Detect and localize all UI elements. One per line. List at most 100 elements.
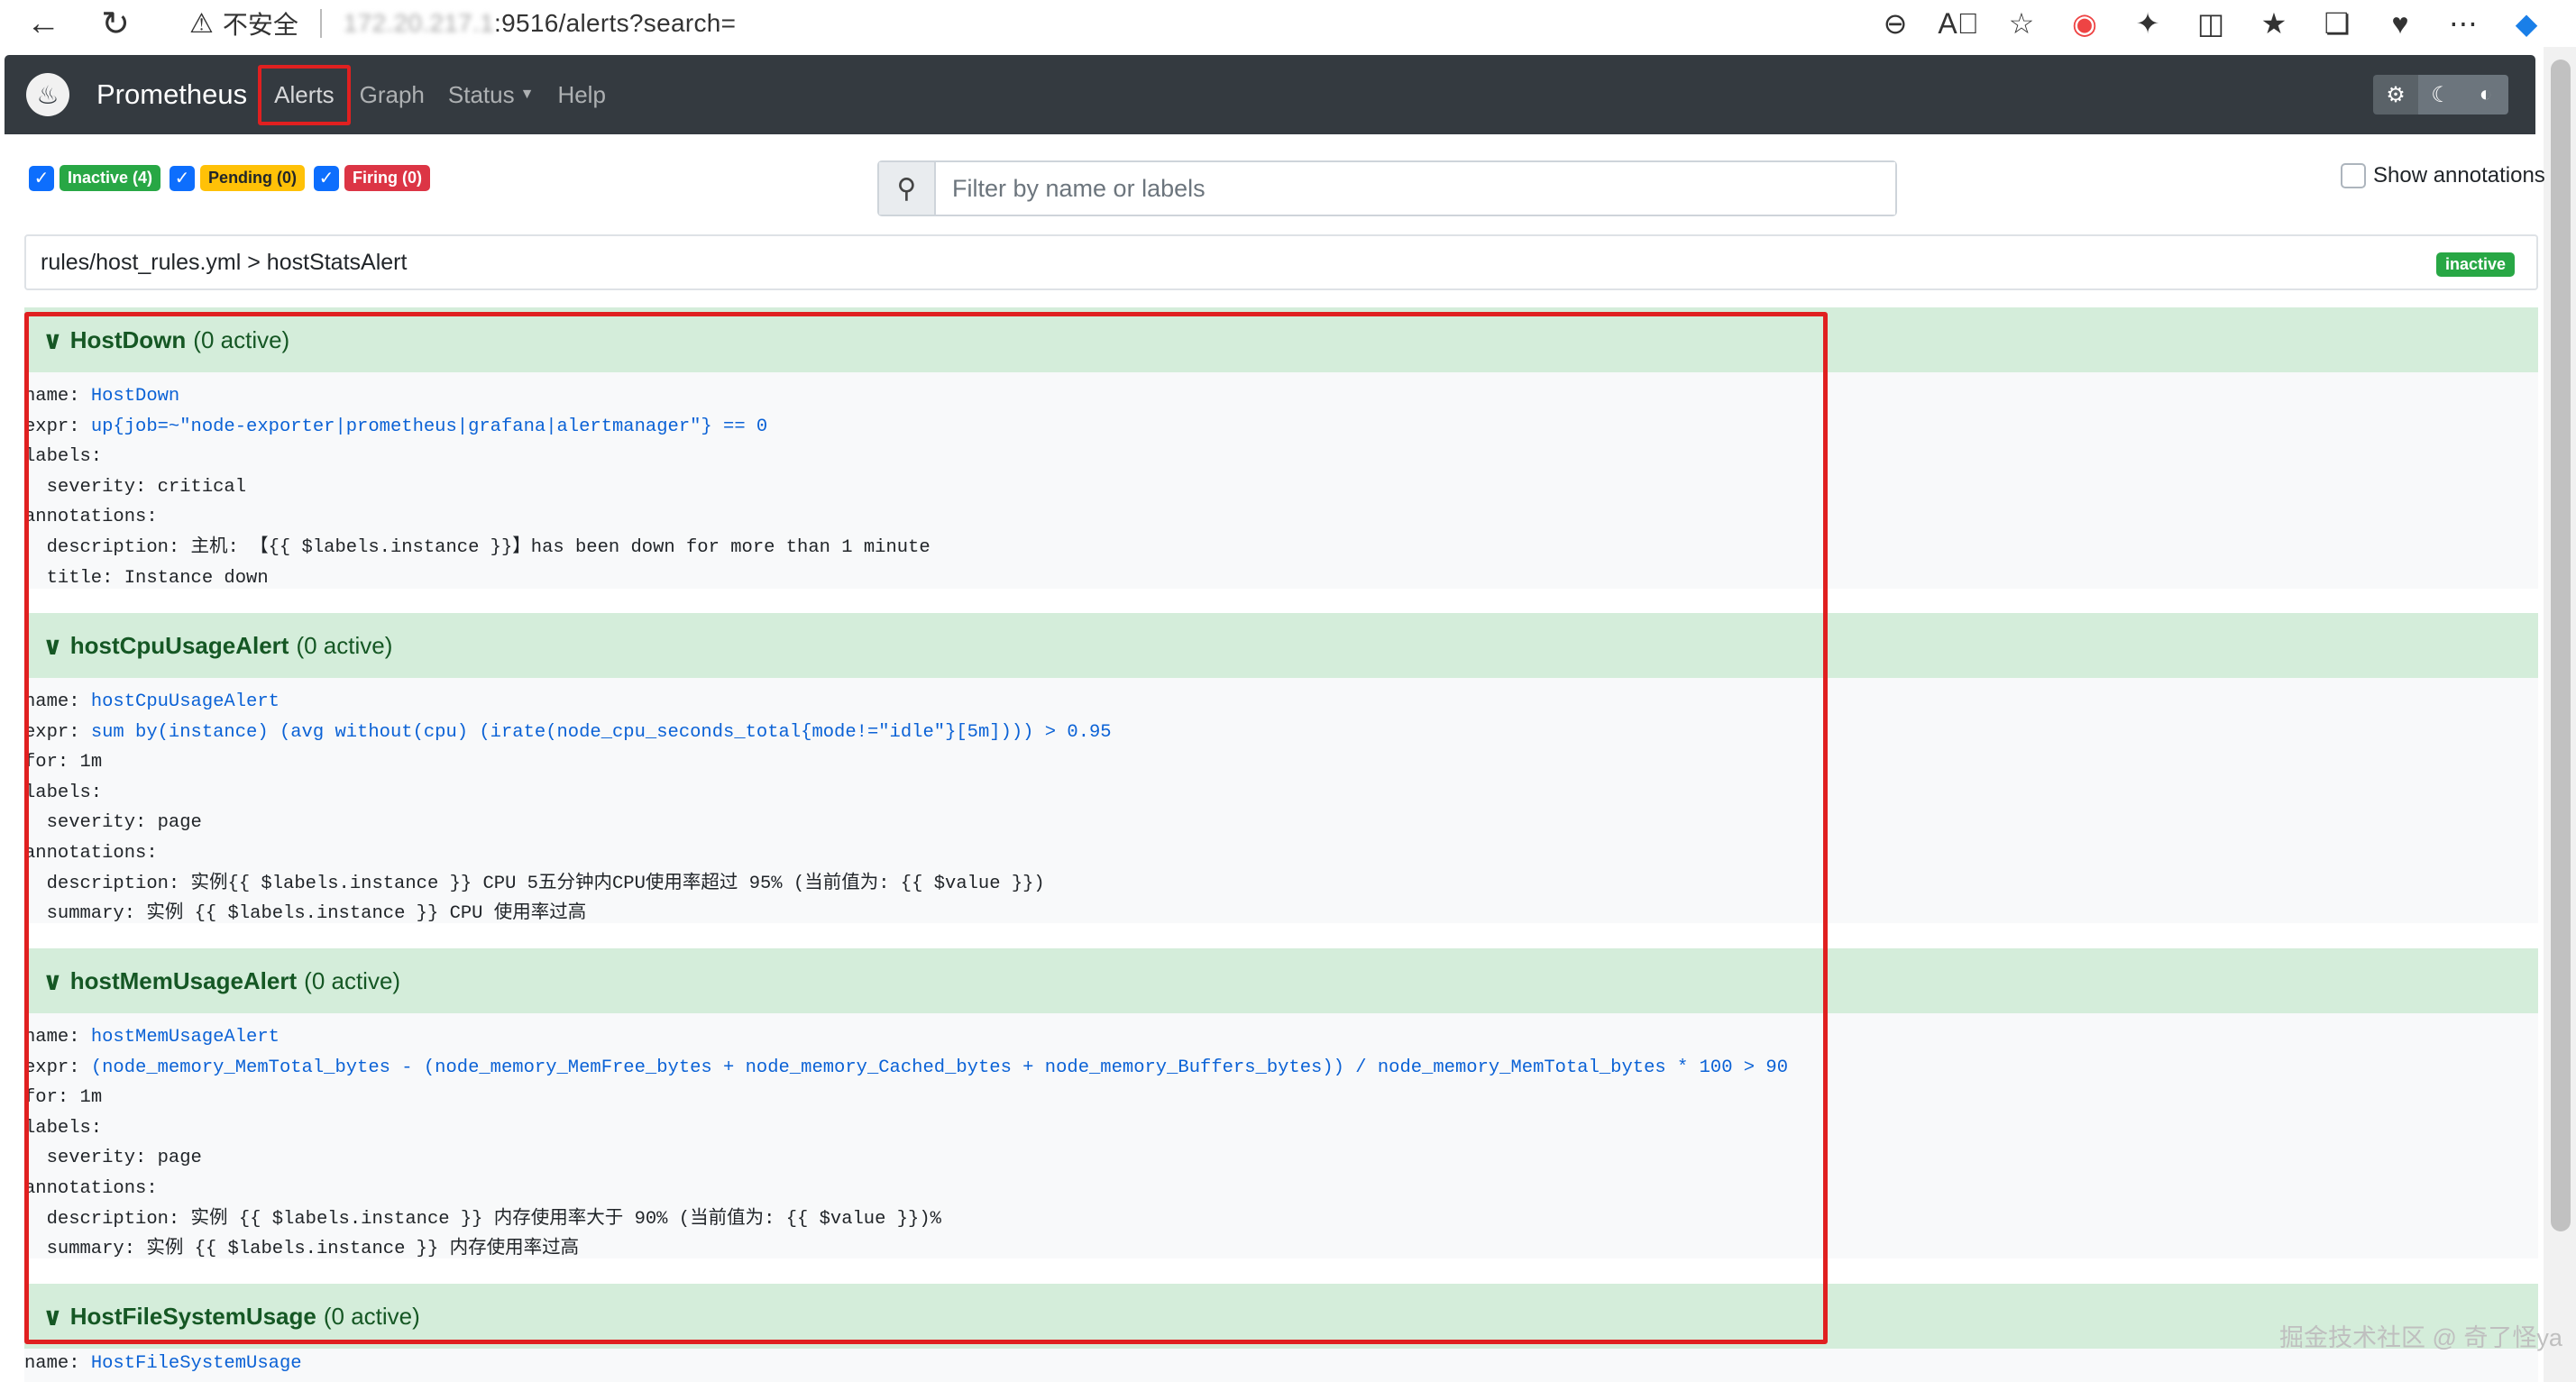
url-path: :9516/alerts?search= xyxy=(494,9,737,37)
brand-title[interactable]: Prometheus xyxy=(96,78,247,111)
search-box: ⚲ xyxy=(877,160,1897,216)
rule-value: page xyxy=(157,1148,202,1169)
rule-header-hostfilesystemusage[interactable]: ∨ HostFileSystemUsage (0 active) xyxy=(24,1284,2538,1349)
prometheus-logo-icon[interactable]: ♨ xyxy=(26,73,69,116)
rule-key: annotations: xyxy=(24,507,158,528)
rule-name: hostMemUsageAlert xyxy=(69,966,298,994)
rule-key: name: xyxy=(24,386,91,407)
browser-tools: ⊖ A⃣ ☆ ◉ ✦ ◫ ★ ❏ ♥ ⋯ ◆ xyxy=(1864,0,2558,47)
more-icon[interactable]: ⋯ xyxy=(2432,4,2495,43)
firing-checkbox[interactable]: ✓ xyxy=(314,165,340,191)
rule-line: labels: xyxy=(24,778,2538,809)
rule-active-count: (0 active) xyxy=(193,325,290,353)
prometheus-navbar: ♨ Prometheus Alerts Graph Status ▼ Help … xyxy=(5,55,2535,134)
security-label: 不安全 xyxy=(222,11,298,39)
search-input[interactable] xyxy=(936,162,1895,215)
show-annotations-toggle[interactable]: Show annotations xyxy=(2341,163,2545,188)
chevron-down-icon: ∨ xyxy=(42,325,63,354)
rule-line: name: hostMemUsageAlert xyxy=(24,1022,2538,1053)
rule-value: HostFileSystemUsage xyxy=(90,1353,302,1374)
rule-value: 1m xyxy=(79,752,103,773)
rule-name: HostFileSystemUsage xyxy=(69,1302,316,1330)
rule-key: labels: xyxy=(24,446,103,468)
rule-key: labels: xyxy=(24,782,103,803)
address-bar[interactable]: 172.20.217.1:9516/alerts?search= xyxy=(344,9,736,38)
inactive-checkbox[interactable]: ✓ xyxy=(29,165,54,191)
rule-header-hostcpuusagealert[interactable]: ∨ hostCpuUsageAlert (0 active) xyxy=(24,613,2538,678)
browser-toolbar: ← ↻ ⚠ 不安全 172.20.217.1:9516/alerts?searc… xyxy=(0,0,2576,47)
rule-value: 实例 {{ $labels.instance }} 内存使用率过高 xyxy=(146,1239,580,1258)
rule-line: name: HostFileSystemUsage xyxy=(24,1349,2538,1379)
favorite-icon[interactable]: ☆ xyxy=(1990,4,2053,43)
group-state-badge: inactive xyxy=(2435,252,2515,277)
rule-name: hostCpuUsageAlert xyxy=(69,631,289,659)
rule-line: expr: (node_memory_MemTotal_bytes - (nod… xyxy=(24,1053,2538,1084)
rule-value: critical xyxy=(157,476,247,498)
rule-definition-hostcpuusagealert: name: hostCpuUsageAlert expr: sum by(inst… xyxy=(24,678,2538,923)
light-theme-icon[interactable]: ⚙ xyxy=(2373,75,2418,114)
rule-value: HostDown xyxy=(90,386,180,407)
rule-definition-hostdown: name: HostDown expr: up{job=~"node-export… xyxy=(24,372,2538,589)
auto-theme-icon[interactable]: ◐ xyxy=(2463,75,2508,114)
split-screen-icon[interactable]: ◫ xyxy=(2179,4,2242,43)
zoom-out-icon[interactable]: ⊖ xyxy=(1864,4,1927,43)
pending-checkbox[interactable]: ✓ xyxy=(170,165,196,191)
rule-key: name: xyxy=(24,691,91,712)
rule-key: for: xyxy=(24,752,80,773)
rule-value: 1m xyxy=(79,1087,103,1109)
rule-value: 实例{{ $labels.instance }} CPU 5五分钟内CPU使用率… xyxy=(190,873,1045,894)
warning-icon: ⚠ xyxy=(189,8,214,39)
security-indicator[interactable]: ⚠ 不安全 xyxy=(189,5,298,41)
back-arrow-icon[interactable]: ← xyxy=(18,4,69,43)
rule-value: sum by(instance) (avg without(cpu) (irat… xyxy=(90,721,1112,743)
extensions-icon[interactable]: ✦ xyxy=(2116,4,2179,43)
rule-line: labels: xyxy=(24,1113,2538,1144)
show-annotations-label: Show annotations xyxy=(2373,163,2545,188)
rule-line: summary: 实例 {{ $labels.instance }} 内存使用率… xyxy=(24,1234,2538,1258)
chevron-down-icon: ∨ xyxy=(42,1302,63,1331)
address-separator xyxy=(319,9,322,38)
rule-key: expr: xyxy=(24,416,91,437)
favorites-icon[interactable]: ★ xyxy=(2242,4,2306,43)
rule-line: annotations: xyxy=(24,838,2538,869)
rule-key: description: xyxy=(24,873,191,894)
nav-help[interactable]: Help xyxy=(557,81,605,109)
rule-value: Instance down xyxy=(124,567,269,589)
refresh-icon[interactable]: ↻ xyxy=(90,4,141,43)
color-icon[interactable]: ◉ xyxy=(2053,4,2116,43)
rule-header-hostmemusagealert[interactable]: ∨ hostMemUsageAlert (0 active) xyxy=(24,948,2538,1013)
rule-key: severity: xyxy=(24,476,158,498)
pending-badge: Pending (0) xyxy=(200,165,306,191)
rule-value: (node_memory_MemTotal_bytes - (node_memo… xyxy=(90,1057,1789,1078)
rule-header-hostdown[interactable]: ∨ HostDown (0 active) xyxy=(24,307,2538,372)
rule-key: description: xyxy=(24,1208,191,1230)
rule-line: severity: page xyxy=(24,1143,2538,1174)
nav-alerts[interactable]: Alerts xyxy=(258,64,351,125)
copilot-icon[interactable]: ◆ xyxy=(2495,4,2558,43)
rule-line: for: 1m xyxy=(24,1083,2538,1113)
rule-key: name: xyxy=(24,1353,91,1374)
rule-group-path: rules/host_rules.yml > hostStatsAlert xyxy=(41,249,408,275)
rule-line: summary: 实例 {{ $labels.instance }} CPU 使… xyxy=(24,899,2538,923)
masked-host: 172.20.217.1 xyxy=(343,9,495,37)
watermark: 掘金技术社区 @ 奇了怪ya xyxy=(2279,1324,2562,1351)
dark-theme-icon[interactable]: ☾ xyxy=(2418,75,2463,114)
rule-active-count: (0 active) xyxy=(304,966,401,994)
firing-badge: Firing (0) xyxy=(344,165,431,191)
rule-value: hostCpuUsageAlert xyxy=(90,691,280,712)
nav-status[interactable]: Status ▼ xyxy=(448,81,535,109)
rule-key: expr: xyxy=(24,721,91,743)
rule-key: summary: xyxy=(24,1239,147,1258)
collections-icon[interactable]: ❏ xyxy=(2306,4,2369,43)
rule-line: description: 实例 {{ $labels.instance }} 内… xyxy=(24,1204,2538,1235)
theme-switcher: ⚙ ☾ ◐ xyxy=(2373,75,2508,114)
rule-line: expr: up{job=~"node-exporter|prometheus|… xyxy=(24,412,2538,443)
show-annotations-checkbox[interactable] xyxy=(2341,163,2366,188)
rule-line: annotations: xyxy=(24,502,2538,533)
rule-key: severity: xyxy=(24,812,158,834)
rule-line: description: 主机: 【{{ $labels.instance }}… xyxy=(24,533,2538,563)
scrollbar-thumb[interactable] xyxy=(2551,59,2571,1231)
nav-graph[interactable]: Graph xyxy=(360,81,425,109)
performance-icon[interactable]: ♥ xyxy=(2369,4,2432,43)
read-aloud-icon[interactable]: A⃣ xyxy=(1927,4,1990,43)
